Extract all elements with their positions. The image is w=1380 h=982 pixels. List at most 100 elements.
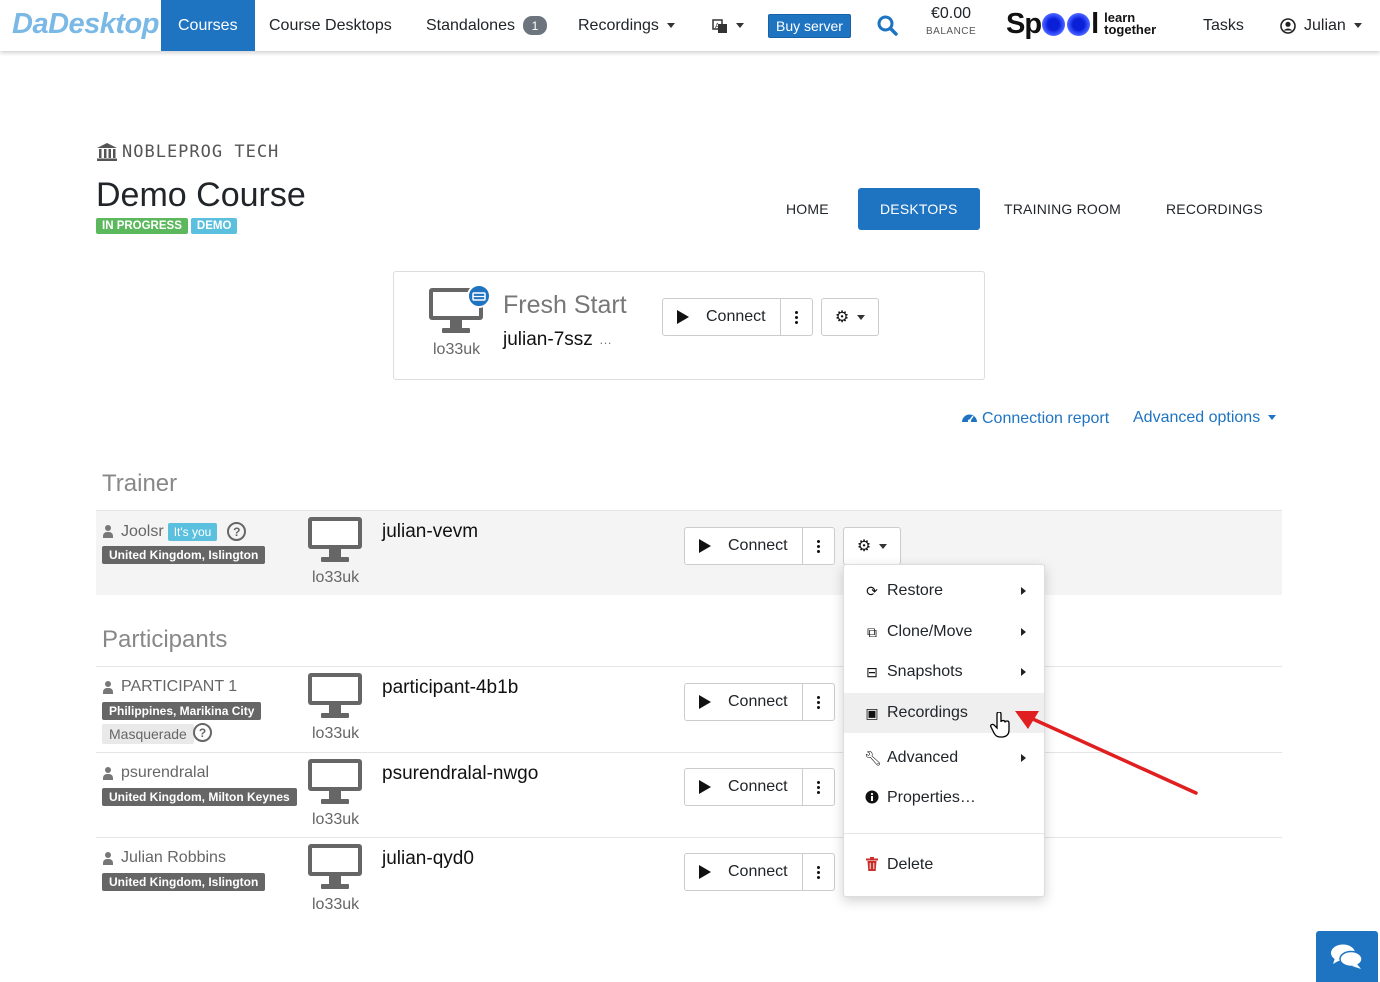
wrench-icon: 🔧︎ [864,749,882,766]
nav-recordings-label: Recordings [578,16,659,34]
chevron-down-icon [879,543,888,549]
balance-label: BALANCE [926,26,977,37]
more-options-button[interactable] [803,853,835,891]
participant-name: Julian Robbins [121,849,226,866]
gear-icon: ⚙ [856,538,872,555]
host-label: lo33uk [312,725,360,742]
desktop-name: julian-7ssz [503,329,593,350]
connect-button[interactable]: Connect [684,527,803,565]
nav-courses[interactable]: Courses [161,0,255,51]
settings-dropdown-button[interactable]: ⚙ [843,527,901,565]
play-icon [699,865,711,879]
menu-item-snapshots[interactable]: ⊟ Snapshots [844,652,1044,692]
nav-tasks[interactable]: Tasks [1203,0,1244,51]
top-navbar: DaDesktop Courses Course Desktops Standa… [0,0,1380,51]
spool-circle-icon [1067,12,1091,36]
tab-desktops[interactable]: DESKTOPS [858,188,980,230]
participant-name: psurendralal [121,764,210,781]
connect-button[interactable]: Connect [684,683,803,721]
host-label: lo33uk [312,569,360,586]
trainer-row: Joolsr It's you ? United Kingdom, Isling… [96,510,1282,595]
ellipsis-vertical-icon [817,695,820,709]
organization-label: NOBLEPROG TECH [122,142,280,162]
file-video-icon: ▣ [865,704,879,721]
participant-user: Julian Robbins [102,849,226,867]
caret-right-icon [1021,587,1026,595]
menu-item-label: Restore [887,582,944,599]
language-dropdown[interactable]: A [712,0,744,51]
participant-name: PARTICIPANT 1 [121,678,238,695]
question-circle-icon[interactable]: ? [193,723,212,742]
menu-item-clone-move[interactable]: ⧉ Clone/Move [844,612,1044,652]
more-options-button[interactable] [803,527,835,565]
connect-button[interactable]: Connect [684,853,803,891]
desktop-name: participant-4b1b [382,677,519,698]
chevron-down-icon [736,23,744,28]
location-badge: Philippines, Marikina City [102,702,262,720]
location-badge: United Kingdom, Islington [102,546,266,564]
user-menu[interactable]: Julian [1280,0,1362,51]
nav-course-desktops[interactable]: Course Desktops [269,0,392,51]
spool-logo[interactable]: Sp l learn together [1006,6,1156,42]
monitor-icon [308,517,362,562]
host-label: lo33uk [312,896,360,913]
tab-home[interactable]: HOME [786,188,829,230]
masquerade-button[interactable]: Masquerade [102,724,194,744]
participant-user: psurendralal [102,764,209,782]
menu-item-delete[interactable]: Delete [844,845,1044,885]
more-options-button[interactable] [803,683,835,721]
search-icon [877,15,898,36]
advanced-options-dropdown[interactable]: Advanced options [1133,409,1277,427]
spool-circle-icon [1042,12,1066,36]
dashboard-icon [962,414,977,423]
standalones-count-badge: 1 [522,16,547,35]
brand-logo[interactable]: DaDesktop [12,8,160,41]
question-circle-icon[interactable]: ? [227,522,247,541]
trainer-name: Joolsr [121,522,164,540]
balance-amount: €0.00 [930,5,972,22]
menu-item-restore[interactable]: ⟳ Restore [844,571,1044,611]
connection-report-link[interactable]: Connection report [961,410,1109,428]
tab-recordings[interactable]: RECORDINGS [1166,188,1263,230]
participant-row: Julian Robbins United Kingdom, Islington… [96,837,1282,922]
search-button[interactable] [877,0,898,51]
copy-icon: ⧉ [867,623,877,640]
desktop-name: julian-qyd0 [382,848,474,869]
buy-server-nav: Buy server [768,0,851,51]
trash-icon [864,856,880,874]
its-you-badge: It's you [167,522,218,541]
connect-button[interactable]: Connect [662,298,781,336]
desktop-name: julian-vevm [382,521,479,542]
nav-courses-label: Courses [178,16,238,34]
nav-standalones[interactable]: Standalones 1 [426,0,547,51]
user-icon [102,680,114,694]
settings-dropdown-button[interactable]: ⚙ [821,298,879,336]
play-icon [699,780,711,794]
nav-recordings-dropdown[interactable]: Recordings [578,0,675,51]
more-options-button[interactable] [803,768,835,806]
gear-icon: ⚙ [834,309,850,326]
connect-button[interactable]: Connect [684,768,803,806]
advanced-options-label: Advanced options [1133,409,1261,426]
location-badge: United Kingdom, Milton Keynes [102,788,297,806]
participants-section-title: Participants [102,626,228,653]
more-options-button[interactable] [781,298,813,336]
balance-display[interactable]: €0.00 BALANCE [926,5,976,37]
spool-logo-text: Sp [1006,7,1042,40]
institution-icon [97,143,117,161]
buy-server-button[interactable]: Buy server [768,13,851,38]
chat-widget-button[interactable] [1316,931,1378,982]
ellipsis-vertical-icon [795,310,798,324]
connect-label: Connect [728,778,788,795]
fresh-start-card: lo33uk Fresh Start julian-7ssz … Connect… [393,271,985,380]
trainer-section-title: Trainer [102,470,178,497]
course-status-tags: IN PROGRESS DEMO [96,218,238,234]
status-badge-in-progress: IN PROGRESS [96,218,188,234]
caret-right-icon [1021,628,1026,636]
menu-item-label: Delete [887,856,934,873]
user-icon [102,766,114,780]
tab-training-room[interactable]: TRAINING ROOM [1004,188,1121,230]
spool-logo-text-end: l [1091,7,1099,40]
chevron-down-icon [857,314,866,320]
fresh-start-title: Fresh Start [503,291,627,319]
